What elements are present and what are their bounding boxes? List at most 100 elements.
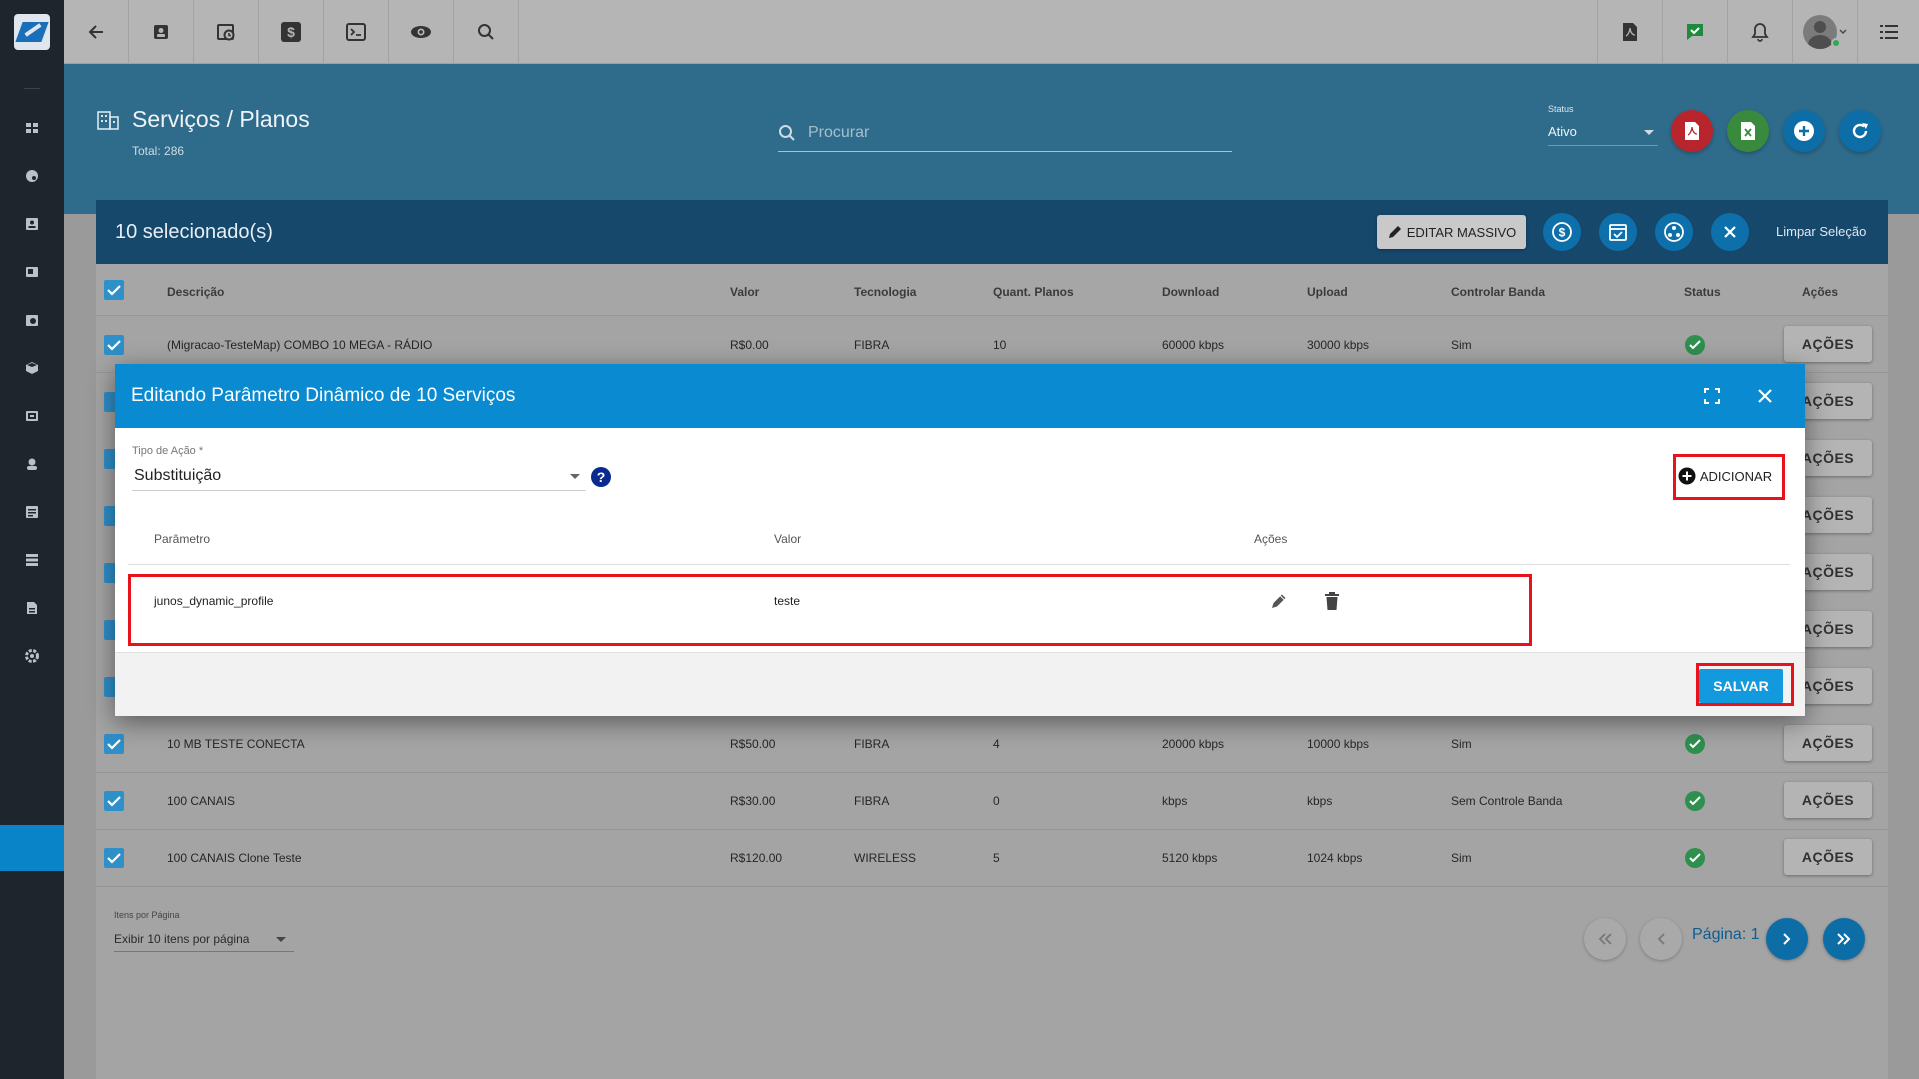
row-checkbox[interactable] <box>104 791 124 811</box>
table-row[interactable] <box>96 830 1888 887</box>
back-arrow-icon[interactable] <box>64 0 129 64</box>
col-download[interactable]: Download <box>1162 285 1219 299</box>
search-input[interactable] <box>808 120 1228 146</box>
double-chevron-left-icon <box>1598 933 1612 945</box>
cell-quant: 10 <box>993 338 1007 352</box>
col-tecnologia[interactable]: Tecnologia <box>854 285 916 299</box>
app-logo[interactable] <box>14 14 50 50</box>
refresh-button[interactable] <box>1839 110 1881 152</box>
cell-download: kbps <box>1162 794 1188 808</box>
network-button[interactable] <box>1655 213 1693 251</box>
billing-icon[interactable] <box>24 408 40 424</box>
col-parametro: Parâmetro <box>154 532 211 546</box>
palette-icon[interactable] <box>24 168 40 184</box>
row-checkbox[interactable] <box>104 734 124 754</box>
svg-text:$: $ <box>287 24 295 40</box>
chevron-right-icon <box>1783 933 1791 945</box>
dollar-circle-icon: $ <box>1552 222 1572 242</box>
status-active-icon <box>1685 734 1705 754</box>
settings-icon[interactable] <box>24 648 40 664</box>
cell-download: 5120 kbps <box>1162 851 1218 865</box>
action-type-select[interactable]: Substituição <box>132 463 586 491</box>
check-icon <box>107 285 121 296</box>
svg-text:$: $ <box>1559 226 1566 240</box>
calendar-clock-icon[interactable] <box>194 0 259 64</box>
items-per-page-select[interactable]: Exibir 10 itens por página <box>114 928 294 952</box>
table-row[interactable] <box>96 773 1888 830</box>
calendar-check-button[interactable] <box>1599 213 1637 251</box>
col-valor[interactable]: Valor <box>730 285 759 299</box>
selection-count: 10 selecionado(s) <box>115 221 273 243</box>
box-icon[interactable] <box>24 360 40 376</box>
row-actions-button[interactable]: AÇÕES <box>1784 839 1872 875</box>
bell-icon[interactable] <box>1727 0 1792 64</box>
page-title: Serviços / Planos <box>132 106 310 132</box>
eye-icon[interactable] <box>389 0 454 64</box>
cell-quant: 4 <box>993 737 1000 751</box>
cell-tecnologia: FIBRA <box>854 338 890 352</box>
col-quant-planos[interactable]: Quant. Planos <box>993 285 1074 299</box>
next-page-button[interactable] <box>1766 918 1808 960</box>
cell-upload: 30000 kbps <box>1307 338 1370 352</box>
select-all-checkbox[interactable] <box>104 280 124 300</box>
report-icon[interactable] <box>24 600 40 616</box>
dollar-icon[interactable]: $ <box>259 0 324 64</box>
user-menu[interactable] <box>1792 0 1857 64</box>
items-per-page-label: Itens por Página <box>114 910 180 920</box>
chat-check-icon[interactable] <box>1662 0 1727 64</box>
search-field <box>778 118 1232 152</box>
dialog-footer <box>115 652 1805 716</box>
col-upload[interactable]: Upload <box>1307 285 1348 299</box>
chevron-down-icon <box>276 937 286 942</box>
mass-edit-label: EDITAR MASSIVO <box>1406 224 1517 240</box>
add-button[interactable] <box>1783 110 1825 152</box>
status-filter-label: Status <box>1548 104 1574 114</box>
excel-icon <box>1741 122 1755 140</box>
first-page-button[interactable] <box>1584 918 1626 960</box>
table-row[interactable] <box>96 716 1888 773</box>
row-actions-button[interactable]: AÇÕES <box>1784 725 1872 761</box>
dialog-header: Editando Parâmetro Dinâmico de 10 Serviç… <box>115 364 1805 428</box>
sidebar-active-item[interactable] <box>0 825 64 871</box>
col-controlar-banda[interactable]: Controlar Banda <box>1451 285 1545 299</box>
contact-card-icon[interactable] <box>129 0 194 64</box>
dialog-title: Editando Parâmetro Dinâmico de 10 Serviç… <box>131 385 516 406</box>
chevron-down-icon <box>1839 29 1847 34</box>
cell-descricao: (Migracao-TesteMap) COMBO 10 MEGA - RÁDI… <box>167 338 433 352</box>
row-checkbox[interactable] <box>104 335 124 355</box>
close-icon[interactable] <box>1753 384 1777 408</box>
row-actions-button[interactable]: AÇÕES <box>1784 782 1872 818</box>
menu-list-icon[interactable] <box>1857 0 1919 64</box>
last-page-button[interactable] <box>1823 918 1865 960</box>
help-icon[interactable]: ? <box>591 467 611 487</box>
close-selection-button[interactable] <box>1711 213 1749 251</box>
cell-valor: R$0.00 <box>730 338 769 352</box>
status-active-icon <box>1685 335 1705 355</box>
list-icon[interactable] <box>24 504 40 520</box>
row-checkbox[interactable] <box>104 848 124 868</box>
dashboard-icon[interactable] <box>24 120 40 136</box>
pencil-icon <box>1388 226 1401 238</box>
table-header <box>96 264 1888 316</box>
clear-selection-link[interactable]: Limpar Seleção <box>1776 224 1866 239</box>
calendar-icon[interactable] <box>24 312 40 328</box>
chevron-down-icon <box>1644 130 1654 135</box>
export-pdf-button[interactable] <box>1671 110 1713 152</box>
prev-page-button[interactable] <box>1640 918 1682 960</box>
contacts-icon[interactable] <box>24 216 40 232</box>
dollar-circle-button[interactable]: $ <box>1543 213 1581 251</box>
header-divider <box>128 564 1790 565</box>
export-excel-button[interactable] <box>1727 110 1769 152</box>
search-icon[interactable] <box>454 0 519 64</box>
calendar-check-icon <box>1609 224 1627 241</box>
server-icon[interactable] <box>24 552 40 568</box>
col-descricao[interactable]: Descrição <box>167 285 224 299</box>
headset-icon[interactable] <box>24 456 40 472</box>
terminal-icon[interactable] <box>324 0 389 64</box>
fullscreen-icon[interactable] <box>1700 384 1724 408</box>
pdf-document-icon[interactable] <box>1597 0 1662 64</box>
row-actions-button[interactable]: AÇÕES <box>1784 326 1872 362</box>
status-filter-select[interactable]: Ativo <box>1548 120 1658 146</box>
mass-edit-button[interactable]: EDITAR MASSIVO <box>1377 215 1526 249</box>
document-icon[interactable] <box>24 264 40 280</box>
